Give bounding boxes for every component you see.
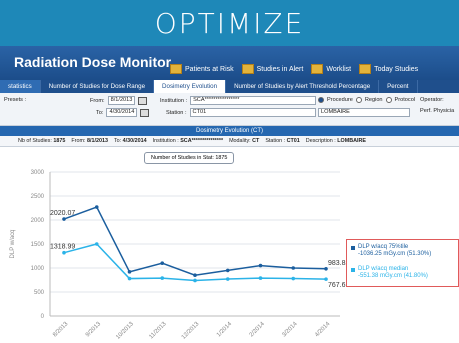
data-point (291, 266, 296, 270)
app-title: Radiation Dose Monitor (14, 54, 172, 70)
nav-patients-at-risk[interactable]: Patients at Risk (170, 64, 234, 74)
y-tick-label: 2500 (31, 194, 45, 200)
procedure-radio[interactable] (318, 97, 324, 103)
data-point (193, 273, 197, 277)
to-date-input[interactable]: 4/30/2014 (106, 108, 138, 117)
app-header: Radiation Dose Monitor Patients at Risk … (0, 46, 459, 80)
banner-title: OPTIMIZE (154, 6, 305, 40)
evolution-title-bar: Dosimetry Evolution (CT) (0, 126, 459, 136)
data-point (258, 263, 263, 268)
x-tick-label: 3/2014 (281, 321, 299, 339)
legend-item-75: DLP w/acq 75%tile -1036.25 mGy.cm (51.30… (351, 244, 431, 258)
nav-today-studies[interactable]: Today Studies (359, 64, 418, 74)
operator-field: Operator: (420, 97, 444, 103)
from-date-input[interactable]: 8/1/2013 (107, 96, 136, 105)
data-point (94, 205, 99, 209)
data-point (94, 242, 99, 246)
protocol-radio[interactable] (385, 97, 392, 103)
scope-radio-group: Procedure Region Protocol (318, 97, 415, 103)
data-point (258, 276, 263, 280)
x-tick-label: 4/2014 (314, 321, 332, 339)
data-point (193, 278, 197, 283)
filter-panel: Presets : From: 8/1/2013 To: 4/30/2014 I… (0, 93, 459, 126)
y-tick-label: 1000 (31, 266, 45, 272)
tab-percent[interactable]: Percent (379, 80, 418, 93)
top-nav: Patients at Risk Studies in Alert Workli… (170, 64, 426, 74)
x-tick-label: 10/2013 (115, 321, 135, 341)
nav-studies-in-alert[interactable]: Studies in Alert (241, 64, 303, 74)
nav-worklist[interactable]: Worklist (311, 64, 351, 74)
to-date-field: To: 4/30/2014 (96, 108, 150, 117)
procedure-select[interactable]: LOMBAIRE (318, 108, 410, 117)
data-point (62, 217, 66, 221)
data-label: 2020.07 (50, 210, 75, 217)
y-axis-label: DLP w/acq (10, 230, 16, 259)
data-point (225, 268, 230, 273)
x-tick-label: 1/2014 (216, 321, 234, 339)
series-line (63, 206, 327, 276)
data-point (324, 277, 328, 281)
perf-physician-field: Perf. Physicia (420, 108, 455, 114)
institution-select[interactable]: SCA**************** (190, 96, 317, 105)
y-tick-label: 3000 (31, 170, 45, 176)
station-field: Station : CT01 (166, 108, 316, 117)
region-radio[interactable] (355, 97, 362, 103)
y-tick-label: 500 (34, 290, 45, 296)
y-tick-label: 0 (41, 314, 45, 320)
from-date-field: From: 8/1/2013 (90, 96, 148, 105)
folder-icon (311, 64, 324, 74)
data-point (225, 277, 230, 281)
folder-icon (241, 64, 254, 74)
data-label: 1318.99 (50, 244, 75, 251)
presets-field: Presets : (4, 97, 27, 103)
x-tick-label: 9/2013 (85, 321, 103, 339)
data-point (324, 266, 328, 271)
tab-statistics[interactable]: statistics (0, 80, 41, 93)
calendar-icon[interactable] (138, 96, 148, 105)
x-tick-label: 8/2013 (52, 321, 70, 339)
data-point (160, 261, 165, 265)
data-point (127, 276, 132, 281)
tab-bar: statistics Number of Studies for Dose Ra… (0, 80, 459, 93)
legend-swatch (351, 268, 355, 272)
x-tick-label: 2/2014 (249, 321, 267, 339)
calendar-icon[interactable] (140, 108, 150, 117)
data-point (127, 270, 132, 274)
optimize-banner: OPTIMIZE (0, 0, 459, 46)
summary-bar: Nb of Studies: 1875 From: 8/1/2013 To: 4… (0, 136, 459, 147)
institution-field: Institution : SCA**************** (160, 96, 317, 105)
y-tick-label: 2000 (31, 218, 45, 224)
calendar-icon (359, 64, 372, 74)
tab-dose-range[interactable]: Number of Studies for Dose Range (41, 80, 155, 93)
folder-icon (170, 64, 182, 74)
x-tick-label: 11/2013 (148, 321, 168, 341)
procedure-field: LOMBAIRE (318, 108, 410, 117)
data-point (160, 276, 165, 280)
legend-swatch (351, 246, 355, 250)
station-select[interactable]: CT01 (189, 108, 316, 117)
data-point (62, 250, 66, 255)
data-point (291, 276, 296, 281)
tab-alert-threshold[interactable]: Number of Studies by Alert Threshold Per… (226, 80, 380, 93)
tab-dosimetry-evolution[interactable]: Dosimetry Evolution (154, 80, 227, 93)
x-tick-label: 12/2013 (181, 321, 201, 341)
y-tick-label: 1500 (31, 242, 45, 248)
legend-item-median: DLP w/acq median -551.38 mGy.cm (41.80%) (351, 266, 428, 280)
chart-legend: DLP w/acq 75%tile -1036.25 mGy.cm (51.30… (346, 239, 459, 287)
